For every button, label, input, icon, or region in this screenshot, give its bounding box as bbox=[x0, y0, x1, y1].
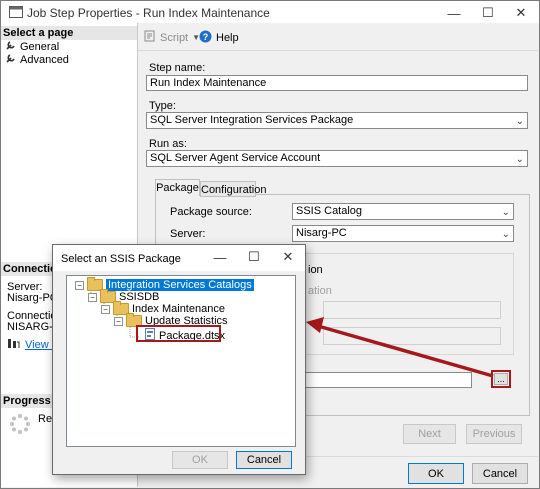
tree-node-ssisdb[interactable]: − SSISDB bbox=[88, 289, 160, 303]
dialog-maximize-button[interactable]: ☐ bbox=[237, 246, 271, 268]
tree-node-label: Index Maintenance bbox=[132, 303, 225, 315]
package-tree: − Integration Services Catalogs − SSISDB… bbox=[66, 275, 296, 447]
dialog-title: Select an SSIS Package bbox=[61, 253, 181, 265]
dialog-ok-button[interactable]: OK bbox=[172, 451, 228, 469]
tree-node-index-maintenance[interactable]: − Index Maintenance bbox=[101, 301, 225, 315]
collapse-icon[interactable]: − bbox=[88, 292, 97, 302]
dialog-close-button[interactable]: ✕ bbox=[271, 246, 305, 268]
collapse-icon[interactable]: − bbox=[114, 316, 123, 326]
dialog-title-bar: Select an SSIS Package — ☐ ✕ bbox=[53, 245, 305, 271]
select-ssis-package-dialog: Select an SSIS Package — ☐ ✕ − Integrati… bbox=[52, 244, 306, 475]
dialog-minimize-button[interactable]: — bbox=[203, 246, 237, 268]
collapse-icon[interactable]: − bbox=[101, 304, 110, 314]
dialog-cancel-button[interactable]: Cancel bbox=[236, 451, 292, 469]
package-highlight bbox=[136, 325, 221, 342]
tree-node-label: SSISDB bbox=[119, 291, 160, 303]
tree-node-label: Integration Services Catalogs bbox=[106, 279, 254, 291]
collapse-icon[interactable]: − bbox=[75, 280, 84, 290]
